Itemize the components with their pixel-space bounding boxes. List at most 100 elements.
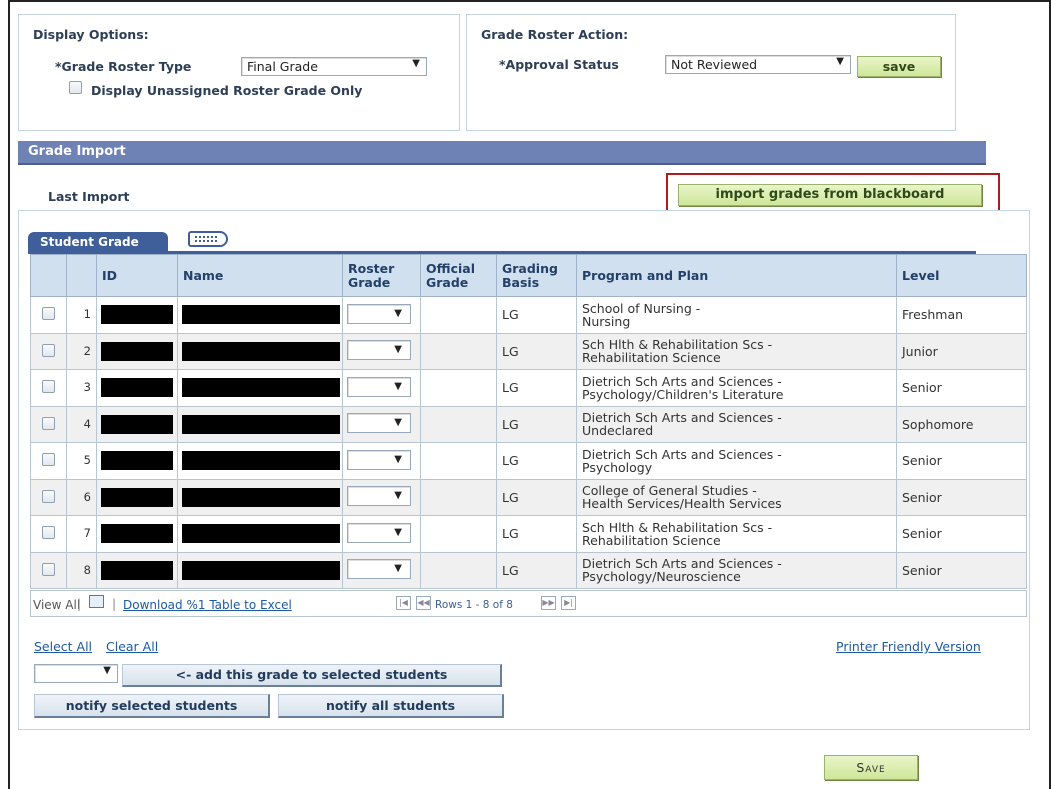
next-page-icon[interactable]: ▶▶ [541,596,556,610]
redacted-name [182,341,340,361]
level-cell: Senior [896,442,1027,480]
bulk-grade-select[interactable]: ▼ [34,664,118,683]
grading-basis-cell: LG [496,551,577,589]
program-plan-cell: Dietrich Sch Arts and Sciences - Psycholo… [576,442,897,480]
roster-grade-select[interactable]: ▼ [347,486,411,507]
tab-student-grade[interactable]: Student Grade [28,232,168,252]
roster-grade-cell: ▼ [342,296,421,334]
row-number: 6 [66,478,97,516]
redacted-name [182,305,340,325]
official-grade-cell [420,515,497,553]
student-name-cell [177,551,343,589]
roster-grade-cell: ▼ [342,515,421,553]
row-checkbox[interactable] [42,416,55,430]
redacted-name [182,414,340,434]
student-id-cell [96,405,178,443]
notify-all-button[interactable]: notify all students [278,694,504,718]
official-grade-cell [420,405,497,443]
row-select-cell [30,296,67,334]
row-select-cell [30,405,67,443]
redacted-id [101,378,173,398]
chevron-down-icon: ▼ [836,56,844,67]
download-excel-link[interactable]: Download %1 Table to Excel [123,598,292,612]
roster-grade-select[interactable]: ▼ [347,303,411,324]
roster-grade-select[interactable]: ▼ [347,522,411,543]
row-checkbox[interactable] [42,380,55,394]
grading-basis-cell: LG [496,442,577,480]
student-name-cell [177,332,343,370]
table-row: 7 ▼ LG Sch Hlth & Rehabilitation Scs - Rehab… [30,515,1027,553]
approval-status-select[interactable]: Not Reviewed ▼ [665,55,851,74]
new-window-icon[interactable] [89,595,104,608]
redacted-name [182,451,340,471]
student-id-cell [96,369,178,407]
save-button[interactable]: save [857,56,941,77]
official-grade-cell [420,442,497,480]
plan-text: Psychology [582,459,653,475]
level-cell: Senior [896,551,1027,589]
row-checkbox[interactable] [42,307,55,321]
first-page-icon[interactable]: |◀ [396,596,411,610]
redacted-id [101,451,173,471]
redacted-id [101,487,173,507]
roster-grade-select[interactable]: ▼ [347,449,411,470]
row-checkbox[interactable] [42,453,55,467]
roster-grade-cell: ▼ [342,405,421,443]
save-bottom-button[interactable]: Save [824,755,918,780]
roster-grade-cell: ▼ [342,369,421,407]
program-plan-cell: Dietrich Sch Arts and Sciences - Psycholo… [576,551,897,589]
roster-grade-select[interactable]: ▼ [347,340,411,361]
student-name-cell [177,478,343,516]
chevron-down-icon: ▼ [394,526,402,538]
student-name-cell [177,515,343,553]
plan-text: Psychology/Children's Literature [582,386,784,402]
grading-basis-cell: LG [496,478,577,516]
col-select [30,254,67,297]
approval-status-label: *Approval Status [499,57,619,72]
clear-all-link[interactable]: Clear All [106,639,158,654]
import-grades-button[interactable]: import grades from blackboard [678,184,982,206]
add-grade-button[interactable]: <- add this grade to selected students [122,664,502,687]
roster-grade-select[interactable]: ▼ [347,413,411,434]
level-cell: Junior [896,332,1027,370]
col-id: ID [96,254,178,297]
redacted-id [101,305,173,325]
student-name-cell [177,369,343,407]
plan-text: Rehabilitation Science [582,532,721,548]
printer-friendly-link[interactable]: Printer Friendly Version [836,639,981,654]
col-name: Name [177,254,343,297]
grading-basis-cell: LG [496,332,577,370]
select-all-link[interactable]: Select All [34,639,92,654]
notify-selected-button[interactable]: notify selected students [34,694,270,718]
level-cell: Senior [896,515,1027,553]
roster-grade-select[interactable]: ▼ [347,376,411,397]
approval-status-value: Not Reviewed [671,57,758,72]
level-cell: Senior [896,369,1027,407]
redacted-id [101,414,173,434]
unassigned-checkbox[interactable] [69,81,82,94]
chevron-down-icon: ▼ [103,665,111,676]
redacted-id [101,560,173,580]
last-page-icon[interactable]: ▶| [561,596,576,610]
col-num [66,254,97,297]
chevron-down-icon: ▼ [394,344,402,356]
chevron-down-icon: ▼ [394,380,402,392]
row-checkbox[interactable] [42,343,55,357]
table-row: 2 ▼ LG Sch Hlth & Rehabilitation Scs - Rehab… [30,332,1027,370]
grid-personalize-icon[interactable] [188,231,228,247]
col-official-grade: Official Grade [420,254,497,297]
row-number: 7 [66,515,97,553]
table-row: 5 ▼ LG Dietrich Sch Arts and Sciences - Psyc… [30,442,1027,480]
table-row: 3 ▼ LG Dietrich Sch Arts and Sciences - Psyc… [30,369,1027,407]
roster-type-select[interactable]: Final Grade ▼ [241,57,427,76]
row-checkbox[interactable] [42,526,55,540]
row-checkbox[interactable] [42,562,55,576]
table-row: 4 ▼ LG Dietrich Sch Arts and Sciences - Unde… [30,405,1027,443]
prev-page-icon[interactable]: ◀◀ [416,596,431,610]
row-number: 5 [66,442,97,480]
col-grading-basis: Grading Basis [496,254,577,297]
program-plan-cell: School of Nursing - Nursing [576,296,897,334]
row-checkbox[interactable] [42,489,55,503]
roster-grade-select[interactable]: ▼ [347,559,411,580]
view-all-link[interactable]: View All [33,598,80,612]
